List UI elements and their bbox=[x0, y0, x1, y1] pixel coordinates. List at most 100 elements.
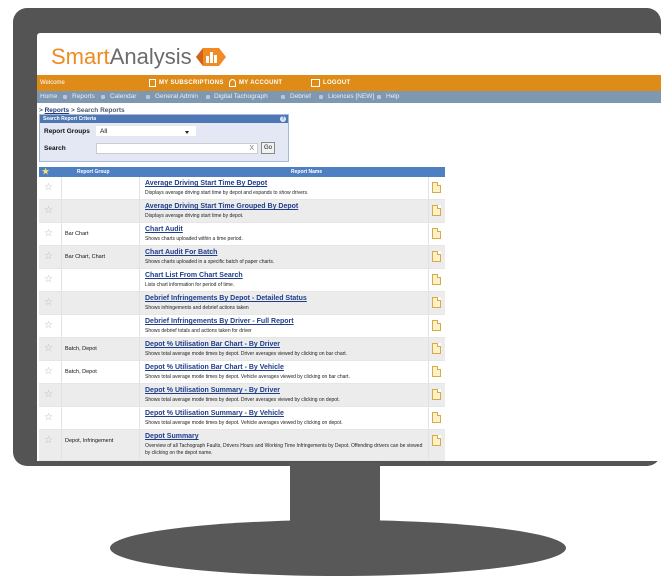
breadcrumb-reports-link[interactable]: Reports bbox=[45, 107, 70, 114]
report-name-link[interactable]: Chart Audit bbox=[145, 226, 183, 233]
table-row: ☆ Chart List From Chart Search Lists chart… bbox=[39, 269, 445, 292]
nav-debrief[interactable]: Debrief bbox=[290, 93, 311, 100]
column-divider bbox=[61, 246, 62, 268]
table-body: ☆ Average Driving Start Time By Depot Disp… bbox=[39, 177, 445, 461]
document-icon[interactable] bbox=[432, 435, 441, 446]
nav-help[interactable]: Help bbox=[386, 93, 399, 100]
document-icon[interactable] bbox=[432, 297, 441, 308]
report-name-link[interactable]: Depot Summary bbox=[145, 433, 199, 440]
column-divider bbox=[428, 315, 429, 337]
star-icon[interactable]: ☆ bbox=[44, 344, 54, 354]
table-row: ☆ Bar Chart Chart Audit Shows charts upload… bbox=[39, 223, 445, 246]
report-name-link[interactable]: Chart List From Chart Search bbox=[145, 272, 243, 279]
my-account-link[interactable]: MY ACCOUNT bbox=[229, 79, 282, 87]
criteria-header: Search Report Criteria ? bbox=[40, 115, 288, 123]
document-icon[interactable] bbox=[432, 182, 441, 193]
report-name-link[interactable]: Depot % Utilisation Bar Chart - By Vehic… bbox=[145, 364, 284, 371]
star-icon[interactable]: ☆ bbox=[44, 183, 54, 193]
star-icon[interactable]: ☆ bbox=[44, 229, 54, 239]
report-group-cell: Batch, Depot bbox=[65, 369, 97, 375]
star-icon[interactable]: ☆ bbox=[44, 321, 54, 331]
column-divider bbox=[61, 407, 62, 429]
report-group-cell: Batch, Depot bbox=[65, 346, 97, 352]
report-name-link[interactable]: Average Driving Start Time By Depot bbox=[145, 180, 267, 187]
column-divider bbox=[61, 292, 62, 314]
user-icon bbox=[229, 79, 236, 87]
search-criteria-panel: Search Report Criteria ? Report Groups A… bbox=[39, 114, 289, 162]
document-icon[interactable] bbox=[432, 205, 441, 216]
column-divider bbox=[139, 338, 140, 360]
star-icon[interactable]: ☆ bbox=[44, 436, 54, 446]
logo-smart: Smart bbox=[51, 44, 110, 69]
column-report-name[interactable]: Report Name bbox=[291, 169, 322, 175]
document-icon bbox=[149, 79, 156, 87]
table-row: ☆ Debrief Infringements By Driver - Full … bbox=[39, 315, 445, 338]
report-name-link[interactable]: Depot % Utilisation Summary - By Vehicle bbox=[145, 410, 284, 417]
my-subscriptions-link[interactable]: MY SUBSCRIPTIONS bbox=[149, 79, 224, 87]
nav-separator bbox=[63, 95, 67, 99]
report-name-link[interactable]: Chart Audit For Batch bbox=[145, 249, 217, 256]
column-divider bbox=[139, 361, 140, 383]
star-icon[interactable]: ☆ bbox=[44, 252, 54, 262]
report-name-link[interactable]: Debrief Infringements By Depot - Detaile… bbox=[145, 295, 307, 302]
star-icon[interactable]: ☆ bbox=[44, 206, 54, 216]
table-row: ☆ Bar Chart, Chart Chart Audit For Batch Sh… bbox=[39, 246, 445, 269]
nav-calendar[interactable]: Calendar bbox=[110, 93, 136, 100]
screen: SmartAnalysis Welcome MY SUBSCRIPTIONS M… bbox=[37, 33, 661, 461]
nav-digital-tachograph[interactable]: Digital Tachograph bbox=[214, 93, 268, 100]
document-icon[interactable] bbox=[432, 274, 441, 285]
column-divider bbox=[139, 269, 140, 291]
column-divider bbox=[61, 315, 62, 337]
favourite-star-icon[interactable]: ★ bbox=[42, 168, 49, 176]
report-description: Shows total average mode times by depot.… bbox=[145, 420, 343, 426]
star-icon[interactable]: ☆ bbox=[44, 298, 54, 308]
table-row: ☆ Average Driving Start Time Grouped By D… bbox=[39, 200, 445, 223]
help-icon[interactable]: ? bbox=[280, 116, 286, 122]
logo-text: SmartAnalysis bbox=[51, 44, 192, 70]
report-description: Shows total average mode times by depot.… bbox=[145, 397, 340, 403]
nav-separator bbox=[206, 95, 210, 99]
document-icon[interactable] bbox=[432, 228, 441, 239]
table-row: ☆ Batch, Depot Depot % Utilisation Bar Cha… bbox=[39, 338, 445, 361]
report-name-link[interactable]: Debrief Infringements By Driver - Full R… bbox=[145, 318, 294, 325]
my-subscriptions-label: MY SUBSCRIPTIONS bbox=[159, 80, 224, 86]
report-groups-select[interactable]: All bbox=[96, 126, 196, 136]
document-icon[interactable] bbox=[432, 389, 441, 400]
column-divider bbox=[61, 223, 62, 245]
document-icon[interactable] bbox=[432, 320, 441, 331]
column-divider bbox=[61, 269, 62, 291]
report-group-cell: Depot, Infringement bbox=[65, 438, 114, 444]
report-description: Shows charts uploaded in a specific batc… bbox=[145, 259, 275, 265]
report-name-link[interactable]: Depot % Utilisation Summary - By Driver bbox=[145, 387, 280, 394]
go-button[interactable]: Go bbox=[261, 142, 275, 154]
logout-label: LOGOUT bbox=[323, 80, 351, 86]
column-divider bbox=[428, 384, 429, 406]
report-description: Displays average driving start time by d… bbox=[145, 190, 309, 196]
search-input[interactable]: X bbox=[96, 143, 258, 154]
table-row: ☆ Depot % Utilisation Summary - By Vehicl… bbox=[39, 407, 445, 430]
report-name-link[interactable]: Average Driving Start Time Grouped By De… bbox=[145, 203, 298, 210]
column-report-group[interactable]: Report Group bbox=[77, 169, 110, 175]
document-icon[interactable] bbox=[432, 412, 441, 423]
column-divider bbox=[139, 200, 140, 222]
document-icon[interactable] bbox=[432, 343, 441, 354]
table-row: ☆ Depot, Infringement Depot Summary Overvie… bbox=[39, 430, 445, 461]
clear-search-icon[interactable]: X bbox=[249, 145, 254, 152]
document-icon[interactable] bbox=[432, 366, 441, 377]
star-icon[interactable]: ☆ bbox=[44, 367, 54, 377]
search-label: Search bbox=[44, 145, 66, 152]
nav-licences[interactable]: Licences [NEW] bbox=[328, 93, 374, 100]
document-icon[interactable] bbox=[432, 251, 441, 262]
column-divider bbox=[139, 292, 140, 314]
nav-general-admin[interactable]: General Admin bbox=[155, 93, 198, 100]
logout-link[interactable]: LOGOUT bbox=[311, 79, 350, 87]
star-icon[interactable]: ☆ bbox=[44, 275, 54, 285]
nav-home[interactable]: Home bbox=[40, 93, 57, 100]
smartanalysis-logo[interactable]: SmartAnalysis bbox=[51, 43, 226, 71]
monitor-stand-base bbox=[110, 520, 566, 576]
nav-reports[interactable]: Reports bbox=[72, 93, 95, 100]
star-icon[interactable]: ☆ bbox=[44, 413, 54, 423]
column-divider bbox=[428, 430, 429, 460]
report-name-link[interactable]: Depot % Utilisation Bar Chart - By Drive… bbox=[145, 341, 280, 348]
star-icon[interactable]: ☆ bbox=[44, 390, 54, 400]
